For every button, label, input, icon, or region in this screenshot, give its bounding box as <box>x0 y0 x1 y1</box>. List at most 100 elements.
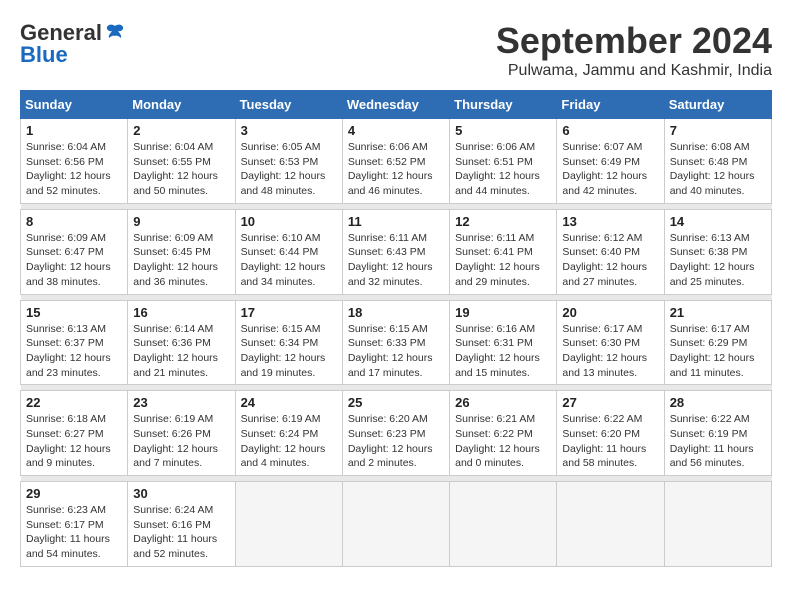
calendar-cell: 17 Sunrise: 6:15 AM Sunset: 6:34 PM Dayli… <box>235 300 342 385</box>
calendar-cell: 22 Sunrise: 6:18 AM Sunset: 6:27 PM Dayli… <box>21 391 128 476</box>
location: Pulwama, Jammu and Kashmir, India <box>496 62 772 80</box>
calendar-cell: 29 Sunrise: 6:23 AM Sunset: 6:17 PM Dayli… <box>21 482 128 567</box>
title-area: September 2024 Pulwama, Jammu and Kashmi… <box>496 20 772 80</box>
calendar-cell: 5Sunrise: 6:06 AM Sunset: 6:51 PM Daylig… <box>450 119 557 204</box>
calendar-week-3: 15Sunrise: 6:13 AM Sunset: 6:37 PM Dayli… <box>21 300 772 385</box>
day-number: 27 <box>562 395 658 410</box>
calendar-cell: 8 Sunrise: 6:09 AM Sunset: 6:47 PM Daylig… <box>21 209 128 294</box>
day-number: 9 <box>133 214 229 229</box>
day-number: 30 <box>133 486 229 501</box>
calendar-cell: 24Sunrise: 6:19 AM Sunset: 6:24 PM Dayli… <box>235 391 342 476</box>
calendar-cell: 4Sunrise: 6:06 AM Sunset: 6:52 PM Daylig… <box>342 119 449 204</box>
calendar-cell: 9Sunrise: 6:09 AM Sunset: 6:45 PM Daylig… <box>128 209 235 294</box>
month-title: September 2024 <box>496 20 772 62</box>
day-number: 4 <box>348 123 444 138</box>
day-info: Sunrise: 6:17 AM Sunset: 6:29 PM Dayligh… <box>670 322 766 381</box>
day-number: 14 <box>670 214 766 229</box>
logo-blue: Blue <box>20 42 68 68</box>
day-info: Sunrise: 6:07 AM Sunset: 6:49 PM Dayligh… <box>562 140 658 199</box>
day-number: 22 <box>26 395 122 410</box>
calendar-cell <box>664 482 771 567</box>
calendar-cell: 6Sunrise: 6:07 AM Sunset: 6:49 PM Daylig… <box>557 119 664 204</box>
day-info: Sunrise: 6:12 AM Sunset: 6:40 PM Dayligh… <box>562 231 658 290</box>
calendar-cell: 2 Sunrise: 6:04 AM Sunset: 6:55 PM Daylig… <box>128 119 235 204</box>
day-number: 21 <box>670 305 766 320</box>
day-number: 20 <box>562 305 658 320</box>
calendar-week-2: 8 Sunrise: 6:09 AM Sunset: 6:47 PM Daylig… <box>21 209 772 294</box>
calendar-week-1: 1 Sunrise: 6:04 AM Sunset: 6:56 PM Daylig… <box>21 119 772 204</box>
day-info: Sunrise: 6:24 AM Sunset: 6:16 PM Dayligh… <box>133 503 229 562</box>
calendar-cell: 23 Sunrise: 6:19 AM Sunset: 6:26 PM Dayli… <box>128 391 235 476</box>
day-info: Sunrise: 6:08 AM Sunset: 6:48 PM Dayligh… <box>670 140 766 199</box>
weekday-header-tuesday: Tuesday <box>235 91 342 119</box>
calendar-table: SundayMondayTuesdayWednesdayThursdayFrid… <box>20 90 772 567</box>
calendar-cell <box>342 482 449 567</box>
day-info: Sunrise: 6:11 AM Sunset: 6:43 PM Dayligh… <box>348 231 444 290</box>
day-info: Sunrise: 6:15 AM Sunset: 6:34 PM Dayligh… <box>241 322 337 381</box>
calendar-cell: 13 Sunrise: 6:12 AM Sunset: 6:40 PM Dayli… <box>557 209 664 294</box>
weekday-header-friday: Friday <box>557 91 664 119</box>
day-number: 2 <box>133 123 229 138</box>
day-info: Sunrise: 6:04 AM Sunset: 6:55 PM Dayligh… <box>133 140 229 199</box>
calendar-cell: 27 Sunrise: 6:22 AM Sunset: 6:20 PM Dayli… <box>557 391 664 476</box>
calendar-week-4: 22 Sunrise: 6:18 AM Sunset: 6:27 PM Dayli… <box>21 391 772 476</box>
weekday-header-saturday: Saturday <box>664 91 771 119</box>
day-number: 11 <box>348 214 444 229</box>
day-info: Sunrise: 6:16 AM Sunset: 6:31 PM Dayligh… <box>455 322 551 381</box>
day-info: Sunrise: 6:10 AM Sunset: 6:44 PM Dayligh… <box>241 231 337 290</box>
calendar-week-5: 29 Sunrise: 6:23 AM Sunset: 6:17 PM Dayli… <box>21 482 772 567</box>
day-info: Sunrise: 6:14 AM Sunset: 6:36 PM Dayligh… <box>133 322 229 381</box>
day-info: Sunrise: 6:04 AM Sunset: 6:56 PM Dayligh… <box>26 140 122 199</box>
day-number: 25 <box>348 395 444 410</box>
day-number: 19 <box>455 305 551 320</box>
weekday-header-wednesday: Wednesday <box>342 91 449 119</box>
logo-bird-icon <box>104 22 126 44</box>
calendar-cell: 26Sunrise: 6:21 AM Sunset: 6:22 PM Dayli… <box>450 391 557 476</box>
day-info: Sunrise: 6:05 AM Sunset: 6:53 PM Dayligh… <box>241 140 337 199</box>
calendar-cell: 21 Sunrise: 6:17 AM Sunset: 6:29 PM Dayli… <box>664 300 771 385</box>
day-info: Sunrise: 6:22 AM Sunset: 6:20 PM Dayligh… <box>562 412 658 471</box>
day-info: Sunrise: 6:11 AM Sunset: 6:41 PM Dayligh… <box>455 231 551 290</box>
header: General Blue September 2024 Pulwama, Jam… <box>20 20 772 80</box>
day-number: 24 <box>241 395 337 410</box>
weekday-header-monday: Monday <box>128 91 235 119</box>
day-number: 13 <box>562 214 658 229</box>
day-info: Sunrise: 6:19 AM Sunset: 6:26 PM Dayligh… <box>133 412 229 471</box>
calendar-cell: 19 Sunrise: 6:16 AM Sunset: 6:31 PM Dayli… <box>450 300 557 385</box>
calendar-cell: 28 Sunrise: 6:22 AM Sunset: 6:19 PM Dayli… <box>664 391 771 476</box>
calendar-cell: 16Sunrise: 6:14 AM Sunset: 6:36 PM Dayli… <box>128 300 235 385</box>
calendar-cell: 12 Sunrise: 6:11 AM Sunset: 6:41 PM Dayli… <box>450 209 557 294</box>
day-number: 29 <box>26 486 122 501</box>
calendar-cell: 18Sunrise: 6:15 AM Sunset: 6:33 PM Dayli… <box>342 300 449 385</box>
calendar-cell: 7 Sunrise: 6:08 AM Sunset: 6:48 PM Daylig… <box>664 119 771 204</box>
day-number: 12 <box>455 214 551 229</box>
day-info: Sunrise: 6:22 AM Sunset: 6:19 PM Dayligh… <box>670 412 766 471</box>
day-info: Sunrise: 6:20 AM Sunset: 6:23 PM Dayligh… <box>348 412 444 471</box>
day-number: 8 <box>26 214 122 229</box>
calendar-cell: 14 Sunrise: 6:13 AM Sunset: 6:38 PM Dayli… <box>664 209 771 294</box>
day-number: 26 <box>455 395 551 410</box>
day-info: Sunrise: 6:13 AM Sunset: 6:37 PM Dayligh… <box>26 322 122 381</box>
weekday-header-row: SundayMondayTuesdayWednesdayThursdayFrid… <box>21 91 772 119</box>
day-info: Sunrise: 6:15 AM Sunset: 6:33 PM Dayligh… <box>348 322 444 381</box>
day-number: 17 <box>241 305 337 320</box>
calendar-cell: 1 Sunrise: 6:04 AM Sunset: 6:56 PM Daylig… <box>21 119 128 204</box>
day-info: Sunrise: 6:09 AM Sunset: 6:47 PM Dayligh… <box>26 231 122 290</box>
day-number: 7 <box>670 123 766 138</box>
day-info: Sunrise: 6:13 AM Sunset: 6:38 PM Dayligh… <box>670 231 766 290</box>
day-number: 10 <box>241 214 337 229</box>
calendar-cell <box>235 482 342 567</box>
calendar-cell: 15Sunrise: 6:13 AM Sunset: 6:37 PM Dayli… <box>21 300 128 385</box>
day-number: 23 <box>133 395 229 410</box>
calendar-cell: 11 Sunrise: 6:11 AM Sunset: 6:43 PM Dayli… <box>342 209 449 294</box>
calendar-cell: 30 Sunrise: 6:24 AM Sunset: 6:16 PM Dayli… <box>128 482 235 567</box>
logo: General Blue <box>20 20 126 68</box>
day-info: Sunrise: 6:23 AM Sunset: 6:17 PM Dayligh… <box>26 503 122 562</box>
calendar-cell: 3Sunrise: 6:05 AM Sunset: 6:53 PM Daylig… <box>235 119 342 204</box>
calendar-cell: 20Sunrise: 6:17 AM Sunset: 6:30 PM Dayli… <box>557 300 664 385</box>
day-info: Sunrise: 6:18 AM Sunset: 6:27 PM Dayligh… <box>26 412 122 471</box>
day-number: 28 <box>670 395 766 410</box>
calendar-cell: 10 Sunrise: 6:10 AM Sunset: 6:44 PM Dayli… <box>235 209 342 294</box>
day-number: 1 <box>26 123 122 138</box>
calendar-cell <box>450 482 557 567</box>
